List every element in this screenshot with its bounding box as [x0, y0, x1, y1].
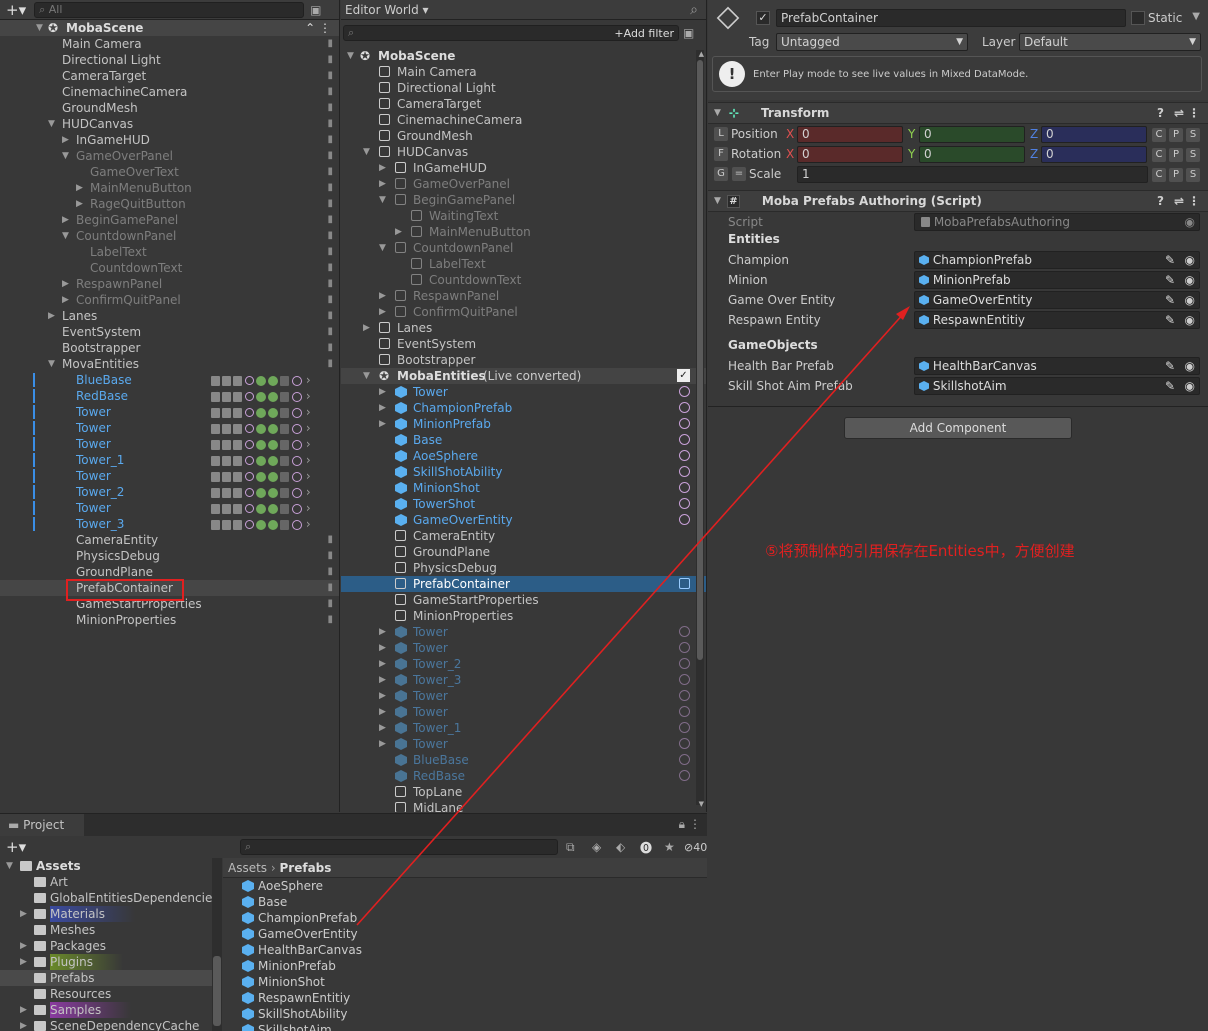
- annotation-arrow: [356, 306, 910, 926]
- annotation-arrowhead-icon: [896, 306, 910, 320]
- annotation-arrow-line: [356, 311, 906, 926]
